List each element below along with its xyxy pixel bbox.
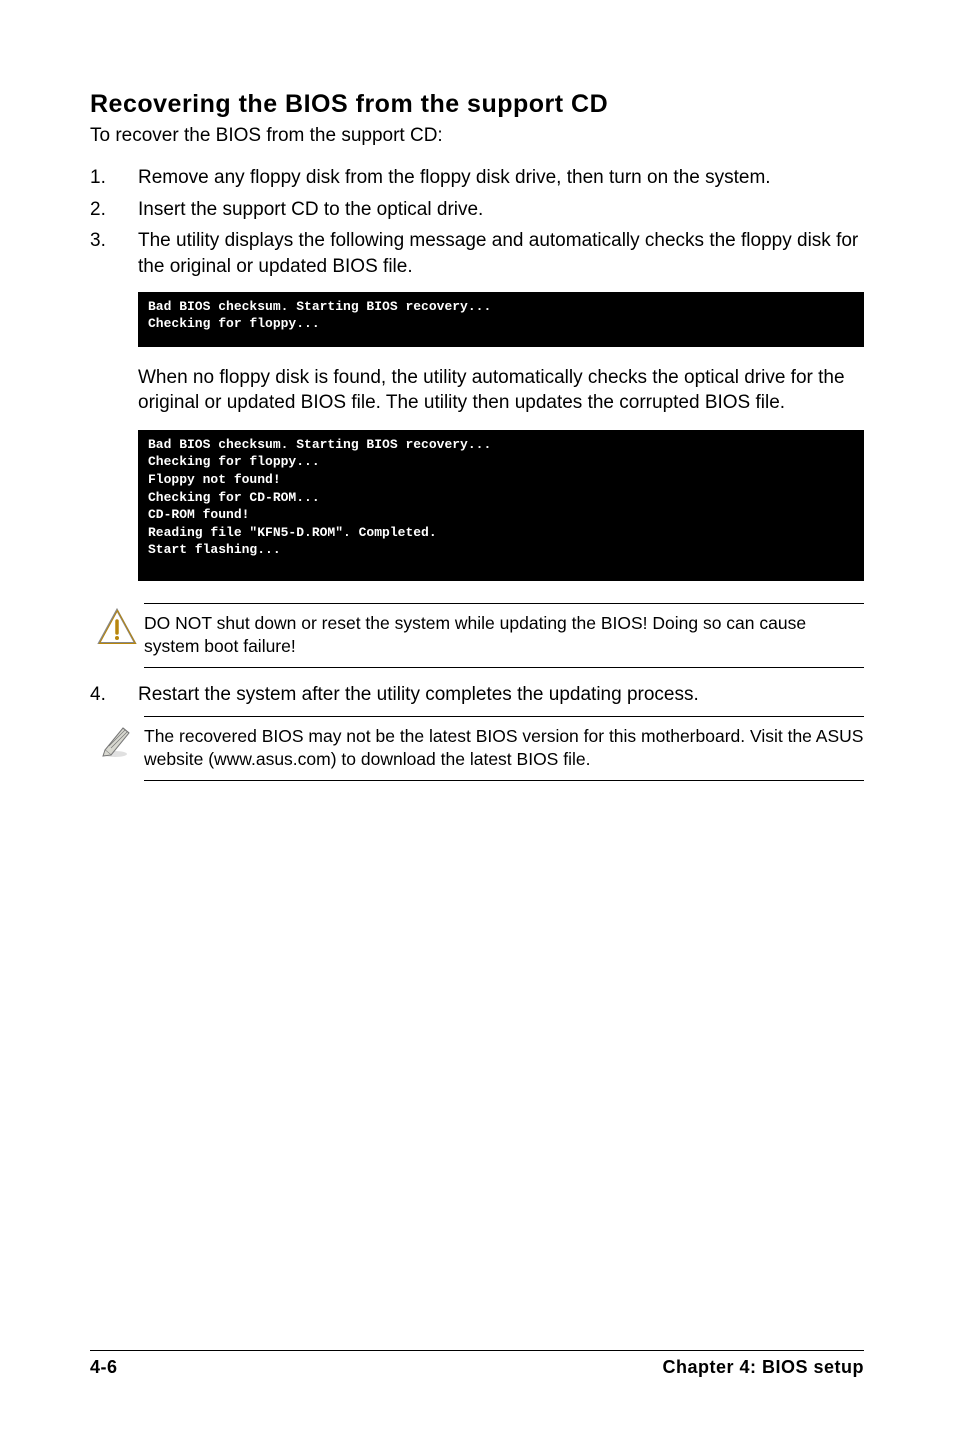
step-number: 4. xyxy=(90,682,138,708)
step-text: The utility displays the following messa… xyxy=(138,228,864,279)
section-heading: Recovering the BIOS from the support CD xyxy=(90,90,864,119)
warning-note: DO NOT shut down or reset the system whi… xyxy=(90,603,864,669)
page-footer: 4-6 Chapter 4: BIOS setup xyxy=(90,1350,864,1378)
terminal-output-1: Bad BIOS checksum. Starting BIOS recover… xyxy=(138,292,864,347)
info-text: The recovered BIOS may not be the latest… xyxy=(144,716,864,782)
chapter-label: Chapter 4: BIOS setup xyxy=(662,1357,864,1378)
warning-icon xyxy=(90,603,144,647)
steps-list-continued: 4. Restart the system after the utility … xyxy=(90,682,864,708)
step-text: Remove any floppy disk from the floppy d… xyxy=(138,165,864,191)
warning-text: DO NOT shut down or reset the system whi… xyxy=(144,603,864,669)
step-number: 2. xyxy=(90,197,138,223)
steps-list: 1. Remove any floppy disk from the flopp… xyxy=(90,165,864,280)
step-text: Restart the system after the utility com… xyxy=(138,682,864,708)
intro-text: To recover the BIOS from the support CD: xyxy=(90,125,864,147)
step-item: 3. The utility displays the following me… xyxy=(90,228,864,279)
step-item: 2. Insert the support CD to the optical … xyxy=(90,197,864,223)
step-item: 4. Restart the system after the utility … xyxy=(90,682,864,708)
terminal-output-2: Bad BIOS checksum. Starting BIOS recover… xyxy=(138,430,864,581)
step-item: 1. Remove any floppy disk from the flopp… xyxy=(90,165,864,191)
info-note: The recovered BIOS may not be the latest… xyxy=(90,716,864,782)
step-number: 3. xyxy=(90,228,138,279)
step-number: 1. xyxy=(90,165,138,191)
page-number: 4-6 xyxy=(90,1357,118,1378)
step-text: Insert the support CD to the optical dri… xyxy=(138,197,864,223)
pencil-icon xyxy=(90,716,144,760)
mid-paragraph: When no floppy disk is found, the utilit… xyxy=(138,365,864,416)
